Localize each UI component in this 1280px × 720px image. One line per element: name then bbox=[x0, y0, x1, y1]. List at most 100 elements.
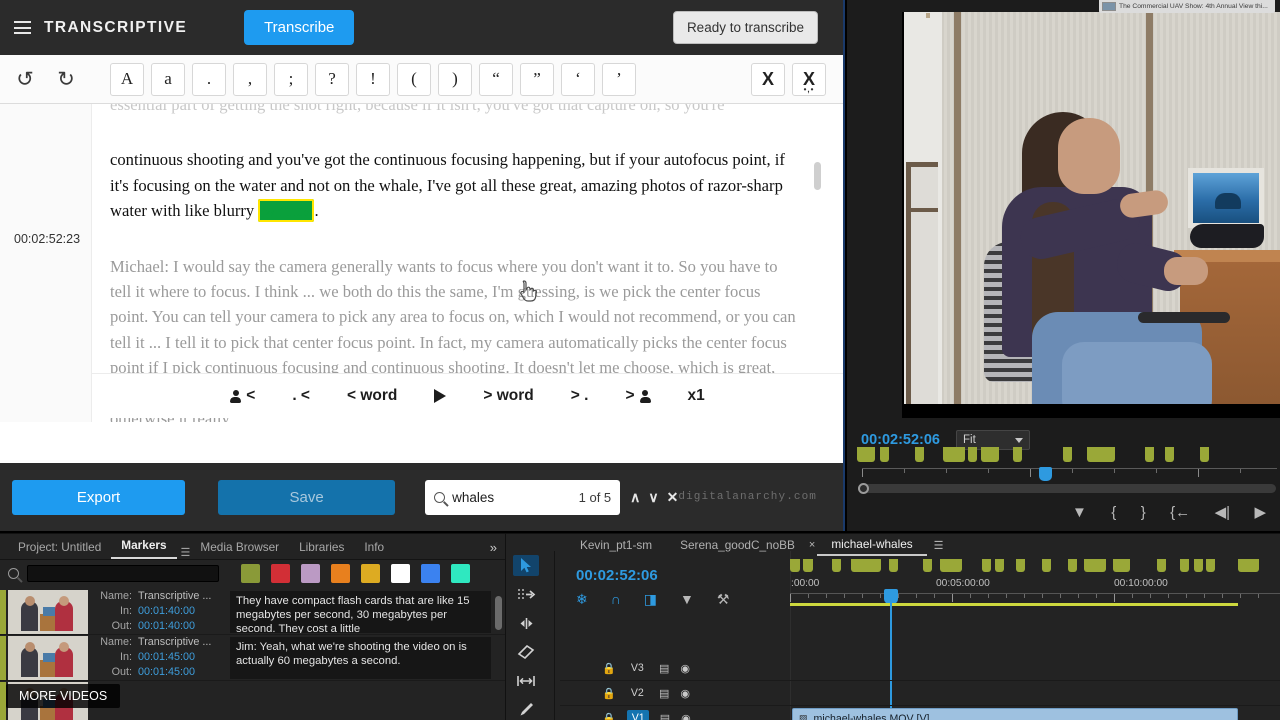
track-name-v2[interactable]: V2 bbox=[627, 687, 648, 699]
table-row[interactable]: Name: Transcriptive ... In: 00:01:40:00 Ou… bbox=[0, 589, 505, 635]
timeline-time-ruler[interactable]: :00:00 00:05:00:00 00:10:00:00 bbox=[790, 578, 1280, 606]
transcript-scrollbar[interactable] bbox=[814, 162, 821, 190]
pen-tool[interactable] bbox=[513, 699, 539, 720]
close-icon[interactable]: × bbox=[809, 539, 815, 551]
add-marker-icon[interactable]: ▼ bbox=[1072, 505, 1087, 520]
lock-icon[interactable]: 🔒 bbox=[602, 712, 616, 720]
hamburger-icon[interactable] bbox=[14, 21, 31, 34]
swatch-olive[interactable] bbox=[241, 564, 260, 583]
prev-sentence-button[interactable]: . < bbox=[292, 387, 310, 405]
ripple-edit-tool[interactable] bbox=[513, 613, 539, 634]
tab-michael-whales[interactable]: michael-whales bbox=[817, 534, 927, 556]
next-speaker-button[interactable]: > bbox=[625, 387, 651, 405]
swatch-blue[interactable] bbox=[421, 564, 440, 583]
search-prev-icon[interactable]: ∧ bbox=[630, 489, 640, 506]
search-next-icon[interactable]: ∨ bbox=[648, 489, 658, 506]
search-highlight-word[interactable]: whales bbox=[258, 199, 315, 223]
exclamation-button[interactable]: ! bbox=[356, 62, 390, 96]
slip-tool[interactable] bbox=[513, 670, 539, 691]
track-v3[interactable]: 🔒 V3 ▤ ◉ bbox=[560, 656, 1280, 681]
sync-lock-icon[interactable]: ▤ bbox=[659, 687, 669, 700]
table-row[interactable]: Name: Transcriptive ... In: 00:01:45:00 Ou… bbox=[0, 635, 505, 681]
timeline-marker-strip[interactable] bbox=[790, 559, 1280, 574]
timeline-settings-icon[interactable]: ⚒ bbox=[717, 592, 730, 606]
markers-list-scrollbar[interactable] bbox=[495, 596, 502, 630]
tab-serena-goodc-nobb[interactable]: Serena_goodC_noBB bbox=[666, 535, 809, 555]
swatch-orange[interactable] bbox=[331, 564, 350, 583]
video-preview[interactable] bbox=[902, 12, 1280, 418]
track-v2[interactable]: 🔒 V2 ▤ ◉ bbox=[560, 681, 1280, 706]
swatch-cyan[interactable] bbox=[451, 564, 470, 583]
markers-panel-menu-icon[interactable]: ☰ bbox=[181, 546, 191, 559]
lock-icon[interactable]: 🔒 bbox=[602, 687, 616, 700]
paren-close-button[interactable]: ) bbox=[438, 62, 472, 96]
monitor-time-ruler[interactable] bbox=[862, 467, 1277, 481]
track-v1[interactable]: 🔒 V1 ▤ ◉ ▨ michael-whales.MOV [V] bbox=[560, 706, 1280, 720]
more-tabs-icon[interactable]: » bbox=[490, 540, 497, 559]
tab-kevin-pt1-sm[interactable]: Kevin_pt1-sm bbox=[566, 535, 666, 555]
apostrophe-open-button[interactable]: ‘ bbox=[561, 62, 595, 96]
transcribe-button[interactable]: Transcribe bbox=[244, 10, 355, 45]
tab-markers[interactable]: Markers bbox=[111, 534, 177, 559]
swatch-gold[interactable] bbox=[361, 564, 380, 583]
monitor-marker-strip[interactable] bbox=[855, 447, 1280, 464]
apostrophe-close-button[interactable]: ’ bbox=[602, 62, 636, 96]
clear-formatting-button[interactable]: X bbox=[751, 62, 785, 96]
track-name-v1[interactable]: V1 bbox=[626, 710, 649, 720]
marker-note-field[interactable]: Jim: Yeah, what we're shooting the video… bbox=[230, 636, 491, 679]
search-close-icon[interactable]: ✕ bbox=[667, 489, 679, 506]
goto-in-point-icon[interactable]: {← bbox=[1170, 505, 1190, 520]
uppercase-button[interactable]: A bbox=[110, 62, 144, 96]
monitor-zoom-scrollbar[interactable] bbox=[858, 483, 1276, 494]
lock-icon[interactable]: 🔒 bbox=[602, 662, 616, 675]
semicolon-button[interactable]: ; bbox=[274, 62, 308, 96]
mark-out-icon[interactable]: } bbox=[1141, 505, 1146, 520]
quote-open-button[interactable]: “ bbox=[479, 62, 513, 96]
export-button[interactable]: Export bbox=[12, 479, 186, 515]
transcript-paragraph-1[interactable]: continuous shooting and you've got the c… bbox=[110, 147, 800, 223]
next-word-button[interactable]: > word bbox=[483, 387, 533, 405]
razor-tool[interactable] bbox=[513, 641, 539, 662]
snap-in-timeline-icon[interactable]: ❄ bbox=[576, 592, 588, 606]
monitor-playhead[interactable] bbox=[1039, 467, 1052, 481]
tab-media-browser[interactable]: Media Browser bbox=[190, 536, 289, 559]
playback-speed-button[interactable]: x1 bbox=[688, 387, 705, 405]
mark-in-icon[interactable]: { bbox=[1111, 505, 1116, 520]
play-icon[interactable]: ▶ bbox=[1254, 505, 1266, 520]
add-marker-icon[interactable]: ▼ bbox=[680, 592, 694, 606]
sync-lock-icon[interactable]: ▤ bbox=[659, 662, 669, 675]
timeline-timecode[interactable]: 00:02:52:06 bbox=[576, 567, 658, 584]
prev-word-button[interactable]: < word bbox=[347, 387, 397, 405]
step-back-icon[interactable]: ◀| bbox=[1215, 505, 1230, 520]
quote-close-button[interactable]: ” bbox=[520, 62, 554, 96]
eye-icon[interactable]: ◉ bbox=[680, 662, 690, 675]
eye-icon[interactable]: ◉ bbox=[681, 712, 691, 720]
lowercase-button[interactable]: a bbox=[151, 62, 185, 96]
period-button[interactable]: . bbox=[192, 62, 226, 96]
marker-note-field[interactable]: They have compact flash cards that are l… bbox=[230, 590, 491, 633]
markers-search-input[interactable] bbox=[27, 565, 219, 582]
tab-project[interactable]: Project: Untitled bbox=[8, 536, 111, 559]
swatch-white[interactable] bbox=[391, 564, 410, 583]
markers-icon[interactable]: ◨ bbox=[644, 592, 657, 606]
monitor-zoom-knob[interactable] bbox=[858, 483, 869, 494]
track-select-forward-tool[interactable] bbox=[513, 584, 539, 605]
comma-button[interactable]: , bbox=[233, 62, 267, 96]
paren-open-button[interactable]: ( bbox=[397, 62, 431, 96]
swatch-red[interactable] bbox=[271, 564, 290, 583]
track-name-v3[interactable]: V3 bbox=[627, 662, 648, 674]
video-suggestion-overlay[interactable]: The Commercial UAV Show: 4th Annual View… bbox=[1099, 0, 1275, 13]
undo-icon[interactable]: ↺ bbox=[8, 63, 42, 96]
next-sentence-button[interactable]: > . bbox=[571, 387, 589, 405]
selection-tool[interactable] bbox=[513, 555, 539, 576]
save-button[interactable]: Save bbox=[218, 479, 396, 515]
timeline-clip[interactable]: ▨ michael-whales.MOV [V] bbox=[792, 708, 1238, 720]
eye-icon[interactable]: ◉ bbox=[680, 687, 690, 700]
play-button[interactable] bbox=[434, 389, 447, 403]
search-input[interactable]: whales 1 of 5 bbox=[425, 479, 621, 515]
tab-info[interactable]: Info bbox=[354, 536, 394, 559]
sync-lock-icon[interactable]: ▤ bbox=[660, 712, 670, 720]
sequence-menu-icon[interactable]: ☰ bbox=[934, 539, 944, 552]
question-mark-button[interactable]: ? bbox=[315, 62, 349, 96]
redo-icon[interactable]: ↻ bbox=[49, 63, 83, 96]
